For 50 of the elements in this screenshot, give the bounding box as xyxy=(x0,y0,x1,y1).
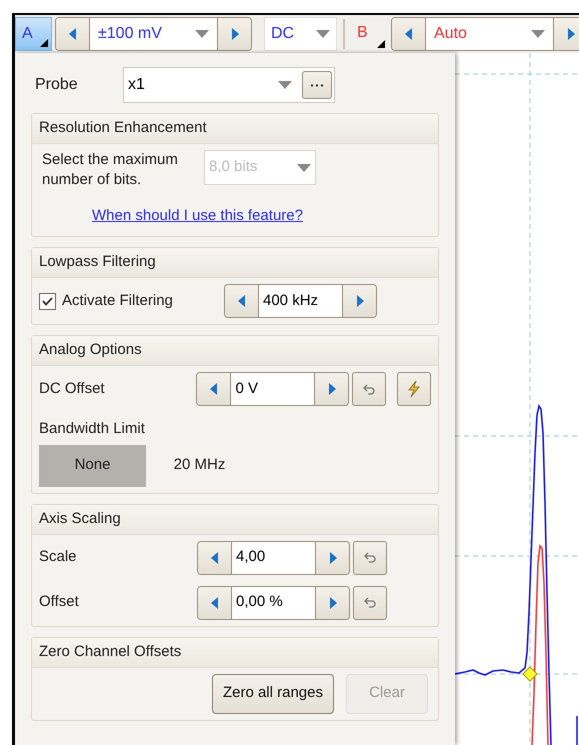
dc-offset-label: DC Offset xyxy=(39,378,106,399)
dropdown-caret-icon xyxy=(297,164,311,172)
trigger-marker-icon[interactable] xyxy=(522,666,538,682)
bits-prompt: Select the maximum number of bits. xyxy=(42,150,179,190)
filter-checkbox[interactable] xyxy=(39,292,56,310)
dropdown-caret-icon xyxy=(195,30,209,38)
lightning-icon xyxy=(407,380,421,398)
left-arrow-icon xyxy=(68,28,76,40)
range-dropdown[interactable]: Auto xyxy=(426,18,553,50)
dropdown-caret-icon xyxy=(316,30,330,38)
range-up-button[interactable] xyxy=(553,18,579,50)
corner-triangle-icon xyxy=(377,40,385,48)
axis-label: Offset xyxy=(39,592,80,612)
section-header: Zero Channel Offsets xyxy=(32,638,438,668)
channel-label: A xyxy=(22,24,33,44)
channel-label: B xyxy=(357,23,368,43)
dropdown-caret-icon xyxy=(278,81,292,89)
section-header: Axis Scaling xyxy=(32,504,438,534)
auto-offset-button[interactable] xyxy=(397,372,431,406)
help-link[interactable]: When should I use this feature? xyxy=(92,207,303,224)
ellipsis-icon xyxy=(310,84,324,86)
coupling-dropdown[interactable]: DC xyxy=(264,17,337,51)
axis-label: Scale xyxy=(39,547,78,568)
section-header: Lowpass Filtering xyxy=(32,248,438,278)
range-up-button[interactable] xyxy=(217,18,251,50)
channel-button[interactable]: A xyxy=(15,17,52,51)
bandwidth-option[interactable]: None xyxy=(39,444,146,486)
right-arrow-icon xyxy=(230,28,238,40)
more-button[interactable] xyxy=(302,71,332,99)
range-dropdown[interactable]: ±100 mV xyxy=(90,18,217,50)
zero-action-button[interactable]: Zero all ranges xyxy=(212,674,334,714)
undo-icon xyxy=(363,384,375,394)
checkmark-icon xyxy=(42,296,53,306)
section-header: Resolution Enhancement xyxy=(32,114,438,144)
right-arrow-icon xyxy=(566,28,574,40)
bandwidth-label: Bandwidth Limit xyxy=(39,419,146,439)
section-header: Analog Options xyxy=(32,336,438,366)
corner-triangle-icon xyxy=(40,39,48,47)
left-arrow-icon xyxy=(404,28,412,40)
range-down-button[interactable] xyxy=(392,18,426,50)
probe-label: Probe xyxy=(35,75,79,95)
reset-button[interactable] xyxy=(353,586,387,620)
dropdown-caret-icon xyxy=(531,30,545,38)
undo-icon xyxy=(364,597,376,608)
reset-button[interactable] xyxy=(353,540,387,574)
bandwidth-option[interactable]: 20 MHz xyxy=(146,444,253,486)
filter-label: Activate Filtering xyxy=(62,290,173,311)
range-down-button[interactable] xyxy=(56,18,90,50)
reset-button[interactable] xyxy=(352,372,386,406)
undo-icon xyxy=(364,552,376,563)
